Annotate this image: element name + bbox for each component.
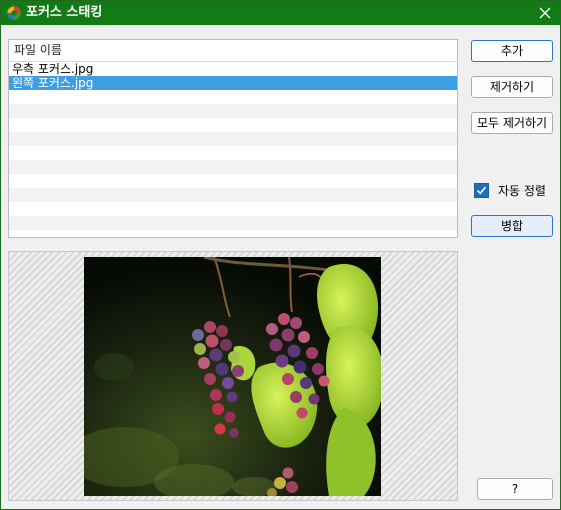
auto-align-option[interactable]: 자동 정렬 (474, 182, 546, 198)
checkmark-icon (476, 186, 487, 194)
window-title: 포커스 스태킹 (26, 5, 103, 20)
empty-row (9, 146, 457, 160)
title-bar: 포커스 스태킹 (1, 1, 560, 25)
auto-align-checkbox[interactable] (474, 182, 489, 198)
empty-row (9, 216, 457, 230)
file-list-header: 파일 이름 (9, 40, 457, 62)
empty-row (9, 202, 457, 216)
empty-row (9, 118, 457, 132)
preview-panel (8, 251, 458, 501)
remove-button[interactable]: 제거하기 (471, 76, 553, 98)
app-logo-icon (7, 6, 21, 20)
merge-button[interactable]: 병합 (471, 215, 553, 237)
file-list-row[interactable]: 우측 포커스.jpg (9, 62, 457, 76)
empty-row (9, 132, 457, 146)
close-button[interactable] (530, 1, 560, 25)
empty-row (9, 188, 457, 202)
help-button[interactable]: ? (477, 478, 553, 500)
remove-all-button[interactable]: 모두 제거하기 (471, 112, 553, 134)
focus-stacking-window: 포커스 스태킹 파일 이름 우측 포커스.jpg 왼쪽 포커스.jpg 추가 제… (0, 0, 561, 510)
empty-row (9, 174, 457, 188)
auto-align-label: 자동 정렬 (498, 183, 546, 198)
empty-row (9, 104, 457, 118)
empty-row (9, 90, 457, 104)
preview-image (84, 257, 381, 496)
file-list-row-selected[interactable]: 왼쪽 포커스.jpg (9, 76, 457, 90)
empty-row (9, 160, 457, 174)
close-icon (539, 7, 551, 19)
file-list[interactable]: 파일 이름 우측 포커스.jpg 왼쪽 포커스.jpg (8, 39, 458, 238)
add-button[interactable]: 추가 (471, 40, 553, 62)
